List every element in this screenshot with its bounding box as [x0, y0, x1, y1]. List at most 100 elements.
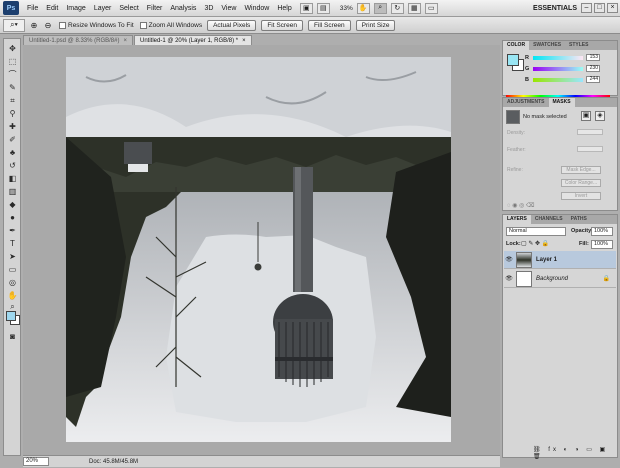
blue-slider[interactable]: B 244: [525, 76, 600, 83]
visibility-eye-icon[interactable]: 👁: [504, 256, 514, 263]
fill-field[interactable]: 100%: [591, 240, 613, 249]
photoshop-logo: Ps: [3, 1, 19, 15]
history-brush-tool-icon[interactable]: ↺: [6, 160, 19, 171]
tab-channels[interactable]: CHANNELS: [531, 215, 567, 224]
workspace-switcher[interactable]: ESSENTIALS: [533, 5, 581, 12]
hand-tool-icon[interactable]: ✋: [6, 290, 19, 301]
foreground-color-swatch[interactable]: [6, 311, 16, 321]
vector-mask-icon[interactable]: ◈: [595, 111, 605, 121]
menu-edit[interactable]: Edit: [42, 5, 62, 12]
menu-3d[interactable]: 3D: [200, 5, 217, 12]
zoom-tool-icon[interactable]: ⌕: [373, 2, 387, 14]
brush-tool-icon[interactable]: ✐: [6, 134, 19, 145]
resize-windows-checkbox[interactable]: Resize Windows To Fit: [59, 21, 134, 29]
color-range-button[interactable]: Color Range...: [561, 179, 601, 187]
lasso-tool-icon[interactable]: ⌒: [6, 69, 19, 80]
invert-button[interactable]: Invert: [561, 192, 601, 200]
red-slider[interactable]: R 153: [525, 54, 600, 61]
hand-tool-icon[interactable]: ✋: [356, 2, 370, 14]
tab-styles[interactable]: STYLES: [565, 41, 592, 50]
bridge-icon[interactable]: ▣: [299, 2, 313, 14]
crop-tool-icon[interactable]: ⌗: [6, 95, 19, 106]
document-tab[interactable]: Untitled-1.psd @ 8.33% (RGB/8#) ×: [23, 35, 133, 45]
document-info[interactable]: Doc: 45.8M/45.8M: [89, 459, 138, 465]
zoom-in-icon[interactable]: ⊕: [29, 20, 39, 30]
blue-track[interactable]: [533, 77, 583, 82]
foreground-color-swatch[interactable]: [507, 54, 519, 66]
fill-screen-button[interactable]: Fill Screen: [307, 19, 351, 31]
3d-rotate-tool-icon[interactable]: ◎: [6, 277, 19, 288]
mask-edge-button[interactable]: Mask Edge...: [561, 166, 601, 174]
menu-help[interactable]: Help: [273, 5, 295, 12]
layer-row[interactable]: 👁 Background 🔒: [504, 270, 616, 288]
fit-screen-button[interactable]: Fit Screen: [261, 19, 303, 31]
menu-view[interactable]: View: [217, 5, 240, 12]
menu-window[interactable]: Window: [240, 5, 273, 12]
red-track[interactable]: [533, 55, 583, 60]
close-window-button[interactable]: ×: [607, 3, 618, 13]
pixel-mask-icon[interactable]: ▣: [581, 111, 591, 121]
marquee-tool-icon[interactable]: ⬚: [6, 56, 19, 67]
green-slider[interactable]: G 230: [525, 65, 600, 72]
blur-tool-icon[interactable]: ◆: [6, 199, 19, 210]
menu-layer[interactable]: Layer: [90, 5, 116, 12]
checkbox-icon[interactable]: [59, 21, 66, 29]
zoom-all-windows-checkbox[interactable]: Zoom All Windows: [139, 21, 202, 29]
visibility-eye-icon[interactable]: 👁: [504, 275, 514, 282]
close-tab-icon[interactable]: ×: [123, 38, 127, 44]
close-tab-icon[interactable]: ×: [242, 38, 246, 44]
tab-paths[interactable]: PATHS: [567, 215, 591, 224]
menu-select[interactable]: Select: [115, 5, 142, 12]
path-select-tool-icon[interactable]: ➤: [6, 251, 19, 262]
tab-masks[interactable]: MASKS: [548, 98, 575, 107]
zoom-tool-preset-icon[interactable]: ⌕▾: [3, 18, 25, 32]
arrange-documents-icon[interactable]: ▦: [407, 2, 421, 14]
checkbox-icon[interactable]: [139, 21, 147, 29]
healing-brush-tool-icon[interactable]: ✚: [6, 121, 19, 132]
maximize-button[interactable]: □: [594, 3, 605, 13]
layer-row[interactable]: 👁 Layer 1: [504, 251, 616, 269]
document-tab-active[interactable]: Untitled-1 @ 20% (Layer 1, RGB/8) * ×: [133, 35, 252, 45]
tab-layers[interactable]: LAYERS: [503, 215, 531, 224]
menu-analysis[interactable]: Analysis: [166, 5, 200, 12]
layer-name[interactable]: Background: [536, 276, 568, 282]
quick-mask-icon[interactable]: ◙: [6, 331, 19, 342]
green-track[interactable]: [533, 66, 583, 71]
tab-adjustments[interactable]: ADJUSTMENTS: [503, 98, 549, 107]
eyedropper-tool-icon[interactable]: ⚲: [6, 108, 19, 119]
green-value[interactable]: 230: [586, 65, 600, 72]
zoom-out-icon[interactable]: ⊖: [43, 20, 53, 30]
menu-filter[interactable]: Filter: [143, 5, 167, 12]
print-size-button[interactable]: Print Size: [355, 19, 396, 31]
menu-image[interactable]: Image: [62, 5, 89, 12]
blue-value[interactable]: 244: [586, 76, 600, 83]
blend-mode-select[interactable]: Normal: [506, 227, 566, 236]
dodge-tool-icon[interactable]: ●: [6, 212, 19, 223]
pen-tool-icon[interactable]: ✒: [6, 225, 19, 236]
screen-mode-icon[interactable]: ▭: [424, 2, 438, 14]
lock-options-icons[interactable]: ▢ ✎ ✥ 🔒: [521, 240, 549, 247]
menu-file[interactable]: File: [23, 5, 42, 12]
opacity-field[interactable]: 100%: [591, 227, 613, 236]
no-mask-label: No mask selected: [523, 114, 567, 120]
document-image[interactable]: [66, 57, 451, 442]
clone-stamp-tool-icon[interactable]: ♣: [6, 147, 19, 158]
mask-footer-icons[interactable]: ◌ ◉ ◎ ⌫: [507, 202, 535, 209]
move-tool-icon[interactable]: ✥: [6, 43, 19, 54]
layer-name[interactable]: Layer 1: [536, 257, 557, 263]
minimize-button[interactable]: –: [581, 3, 592, 13]
red-value[interactable]: 153: [586, 54, 600, 61]
type-tool-icon[interactable]: T: [6, 238, 19, 249]
rotate-view-icon[interactable]: ↻: [390, 2, 404, 14]
zoom-level[interactable]: 33%: [340, 5, 353, 12]
layers-footer-icons[interactable]: ⛓ fx ◐ ◑ ▭ ▣ 🗑: [533, 446, 617, 460]
tab-color[interactable]: COLOR: [503, 41, 530, 50]
zoom-percent-field[interactable]: 20%: [23, 457, 49, 466]
actual-pixels-button[interactable]: Actual Pixels: [207, 19, 257, 31]
quick-select-tool-icon[interactable]: ✎: [6, 82, 19, 93]
mini-bridge-icon[interactable]: ▤: [316, 2, 330, 14]
tab-swatches[interactable]: SWATCHES: [529, 41, 565, 50]
eraser-tool-icon[interactable]: ◧: [6, 173, 19, 184]
shape-tool-icon[interactable]: ▭: [6, 264, 19, 275]
gradient-tool-icon[interactable]: ▥: [6, 186, 19, 197]
